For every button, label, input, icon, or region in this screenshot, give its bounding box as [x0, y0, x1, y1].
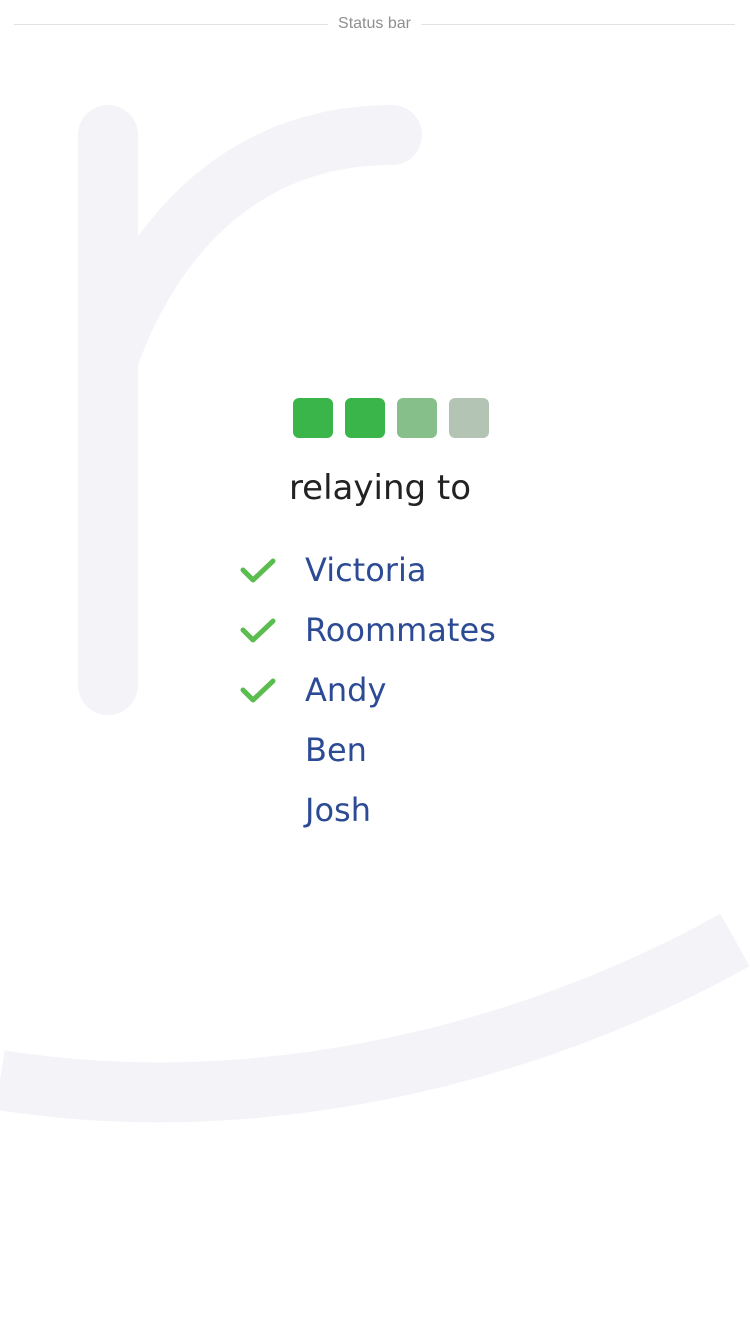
recipient-name: Roommates — [305, 611, 496, 649]
recipient-name: Josh — [305, 791, 371, 829]
progress-step — [397, 398, 437, 438]
recipient-name: Andy — [305, 671, 387, 709]
relaying-heading: relaying to — [288, 468, 472, 508]
status-bar-rule-left — [14, 23, 329, 25]
recipient-item: Ben — [240, 720, 496, 780]
checkmark-icon — [240, 675, 284, 705]
recipient-item: Roommates — [240, 600, 496, 660]
relay-progress-indicator — [293, 398, 489, 438]
status-bar-rule-right — [420, 23, 735, 25]
recipient-item: Josh — [240, 780, 496, 840]
progress-step — [345, 398, 385, 438]
recipient-item: Victoria — [240, 540, 496, 600]
progress-step — [449, 398, 489, 438]
status-bar: Status bar — [14, 12, 735, 36]
progress-step — [293, 398, 333, 438]
recipient-item: Andy — [240, 660, 496, 720]
recipient-name: Victoria — [305, 551, 427, 589]
checkmark-icon — [240, 615, 284, 645]
status-bar-label: Status bar — [338, 15, 411, 32]
checkmark-icon — [240, 555, 284, 585]
recipient-list: Victoria Roommates Andy Ben Josh — [240, 540, 496, 840]
recipient-name: Ben — [305, 731, 367, 769]
